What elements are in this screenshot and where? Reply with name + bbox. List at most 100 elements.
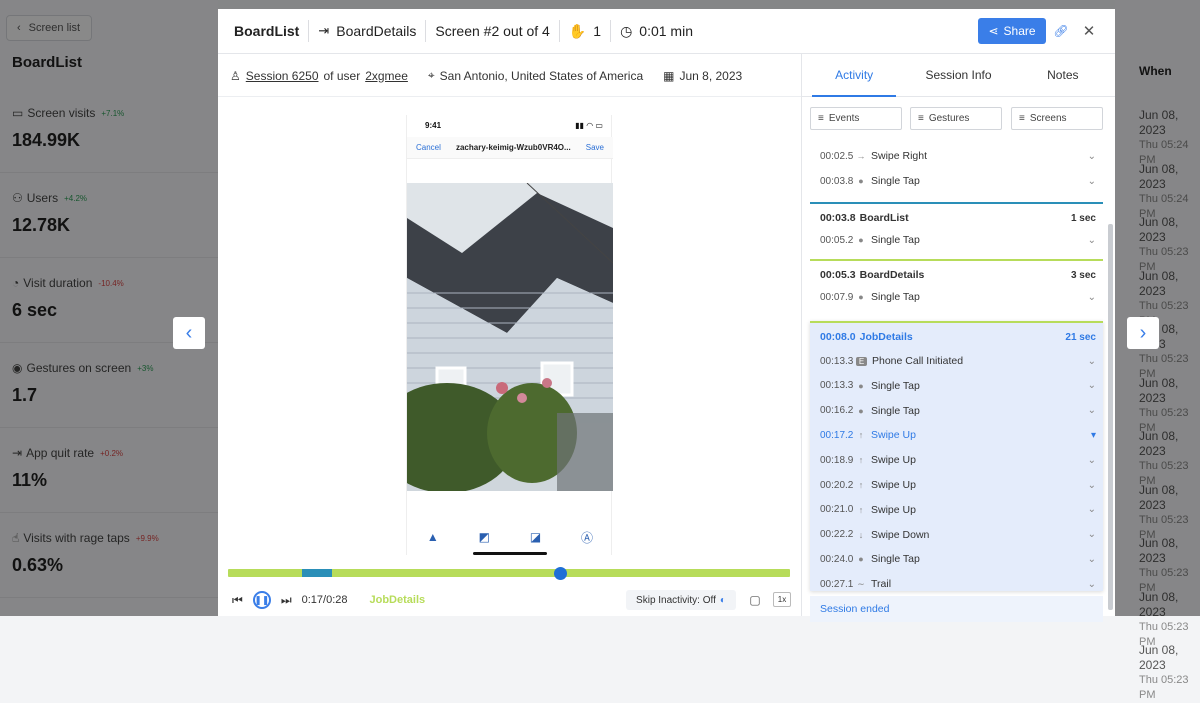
- session-info-bar: ♙ Session 6250 of user 2xgmee ⌖ San Anto…: [218, 55, 801, 97]
- event-row[interactable]: 00:22.2 ↓ Swipe Down ⌄: [820, 523, 1096, 547]
- event-time: 00:20.2: [820, 479, 854, 491]
- event-row[interactable]: 00:16.2 ● Single Tap ⌄: [820, 399, 1096, 423]
- event-type-icon: ●: [858, 176, 864, 186]
- section-name: BoardDetails: [859, 269, 925, 281]
- event-row[interactable]: 00:27.1 ∼ Trail ⌄: [820, 572, 1096, 596]
- skip-forward-button[interactable]: ⏭︎: [281, 593, 292, 608]
- timeline-scrubber-handle[interactable]: [553, 567, 567, 580]
- event-time: 00:13.3: [820, 355, 854, 367]
- screen-section: 00:03.8 BoardList 1 sec 00:05.2 ● Single Tap ⌄: [810, 202, 1103, 259]
- event-row[interactable]: 00:07.9 ● Single Tap ⌄: [820, 285, 1096, 309]
- session-user-info: ♙ Session 6250 of user 2xgmee: [230, 68, 408, 83]
- session-replay-modal: BoardList ⇥ BoardDetails Screen #2 out o…: [218, 9, 1115, 622]
- filter-events[interactable]: ≡ Events: [810, 107, 902, 130]
- markup-icon: Ⓐ: [581, 530, 594, 545]
- screen-position: Screen #2 out of 4: [435, 23, 550, 39]
- event-row[interactable]: 00:13.3 ● Single Tap ⌄: [820, 374, 1096, 398]
- tab-notes[interactable]: Notes: [1011, 54, 1115, 96]
- phone-file-name: zachary-keimig-Wzub0VR4O...: [455, 143, 571, 152]
- skip-back-button[interactable]: ⏮︎: [232, 593, 243, 608]
- session-link[interactable]: Session 6250: [246, 69, 319, 83]
- event-time: 00:02.5: [820, 150, 854, 162]
- event-name: Single Tap: [871, 234, 920, 246]
- next-screen-link[interactable]: ⇥ BoardDetails: [318, 20, 416, 42]
- share-button[interactable]: ⋖ Share: [978, 18, 1046, 44]
- event-name: Single Tap: [871, 404, 920, 417]
- event-row[interactable]: 00:24.0 ● Single Tap ⌄: [820, 547, 1096, 571]
- event-time: 00:18.9: [820, 454, 854, 466]
- event-type-icon: ↓: [858, 529, 864, 540]
- filter-gestures[interactable]: ≡ Gestures: [910, 107, 1002, 130]
- chevron-down-icon: ▾: [1090, 429, 1096, 441]
- user-link[interactable]: 2xgmee: [365, 69, 408, 83]
- event-time: 00:22.2: [820, 529, 854, 541]
- phone-edit-toolbar: ▲ ◩ ◪ Ⓐ: [407, 525, 613, 549]
- section-duration: 1 sec: [1070, 212, 1096, 224]
- event-row[interactable]: 00:05.2 ● Single Tap ⌄: [820, 228, 1096, 252]
- event-row[interactable]: 00:13.3 E Phone Call Initiated ⌄: [820, 349, 1096, 373]
- screen-section-header[interactable]: 00:08.0 JobDetails 21 sec: [820, 331, 1096, 343]
- section-time: 00:08.0: [820, 331, 856, 343]
- playback-speed-button[interactable]: 1x: [773, 592, 791, 607]
- active-screen-section: 00:08.0 JobDetails 21 sec 00:13.3 E Phone Cal…: [810, 321, 1103, 591]
- panel-tabs: Activity Session Info Notes: [802, 54, 1115, 97]
- modal-header: BoardList ⇥ BoardDetails Screen #2 out o…: [218, 9, 1115, 54]
- screen-section-header[interactable]: 00:03.8 BoardList 1 sec: [820, 212, 1096, 224]
- event-row[interactable]: 00:03.8 ● Single Tap ⌄: [820, 169, 1096, 193]
- phone-cancel: Cancel: [416, 143, 441, 152]
- screen-transition-icon: ⇥: [318, 23, 330, 38]
- chevron-down-icon: ⌄: [1087, 150, 1096, 162]
- event-name: Single Tap: [871, 553, 920, 566]
- filter-screens[interactable]: ≡ Screens: [1011, 107, 1103, 130]
- calendar-icon: ▦: [663, 68, 675, 83]
- section-time: 00:05.3: [820, 269, 856, 281]
- tab-activity[interactable]: Activity: [802, 54, 906, 97]
- chevron-down-icon: ⌄: [1087, 234, 1096, 246]
- location-info: ⌖ San Antonio, United States of America: [427, 68, 644, 83]
- pause-button[interactable]: ❚❚: [252, 591, 271, 609]
- screen-section-header[interactable]: 00:05.3 BoardDetails 3 sec: [820, 269, 1096, 281]
- chevron-down-icon: ⌄: [1087, 355, 1096, 367]
- rotate-icon: ◪: [529, 530, 542, 544]
- event-row[interactable]: 00:17.2 ↑ Swipe Up ▾: [820, 423, 1096, 447]
- replay-timeline[interactable]: [228, 567, 790, 580]
- event-row[interactable]: 00:21.0 ↑ Swipe Up ⌄: [820, 498, 1096, 522]
- date-info: ▦ Jun 8, 2023: [663, 68, 743, 83]
- filter-icon: ≡: [1019, 113, 1025, 124]
- event-type-icon: ↑: [858, 504, 864, 515]
- event-name: Single Tap: [871, 175, 920, 187]
- event-row[interactable]: 00:18.9 ↑ Swipe Up ⌄: [820, 448, 1096, 472]
- chevron-down-icon: ⌄: [1087, 529, 1096, 541]
- replay-phone-screen: 9:41 ▮▮ ◠ ▭ Cancel zachary-keimig-Wzub0V…: [406, 115, 613, 555]
- chevron-down-icon: ⌄: [1087, 504, 1096, 516]
- event-type-icon: →: [856, 151, 866, 161]
- event-name: Swipe Down: [871, 528, 930, 541]
- comment-button[interactable]: ▢: [746, 591, 764, 609]
- chevron-down-icon: ⌄: [1087, 380, 1096, 392]
- copy-link-button[interactable]: 🔗︎: [1050, 20, 1072, 42]
- next-screen-button[interactable]: ›: [1127, 317, 1159, 349]
- event-time: 00:07.9: [820, 291, 854, 303]
- signal-battery-icon: ▮▮ ◠ ▭: [575, 120, 603, 130]
- event-type-icon: ∼: [857, 578, 865, 589]
- event-time: 00:03.8: [820, 175, 854, 187]
- previous-screen-button[interactable]: ‹: [173, 317, 205, 349]
- skip-inactivity-toggle[interactable]: Skip Inactivity: Off ◐: [626, 590, 736, 610]
- event-name: Swipe Right: [871, 150, 928, 162]
- close-button[interactable]: ✕: [1078, 20, 1100, 42]
- event-row[interactable]: 00:02.5 → Swipe Right ⌄: [820, 144, 1096, 168]
- phone-status-bar: 9:41 ▮▮ ◠ ▭: [425, 120, 603, 130]
- section-duration: 3 sec: [1070, 269, 1096, 281]
- event-type-icon: ↑: [858, 455, 864, 466]
- tab-session-info[interactable]: Session Info: [906, 54, 1010, 96]
- event-type-icon: ↑: [858, 430, 864, 441]
- session-row[interactable]: Jun 08, 2023Thu 05:23 PM: [1139, 643, 1200, 703]
- toggle-icon: ◐: [719, 594, 726, 606]
- event-type-icon: ●: [858, 292, 864, 302]
- chevron-right-icon: ›: [1139, 321, 1147, 344]
- panel-scrollbar[interactable]: [1108, 224, 1113, 610]
- gestures-count: ✋ 1: [568, 22, 602, 40]
- event-type-icon: ↑: [858, 480, 864, 490]
- screen-section: 00:05.3 BoardDetails 3 sec 00:07.9 ● Single T…: [810, 259, 1103, 316]
- event-row[interactable]: 00:20.2 ↑ Swipe Up ⌄: [820, 473, 1096, 497]
